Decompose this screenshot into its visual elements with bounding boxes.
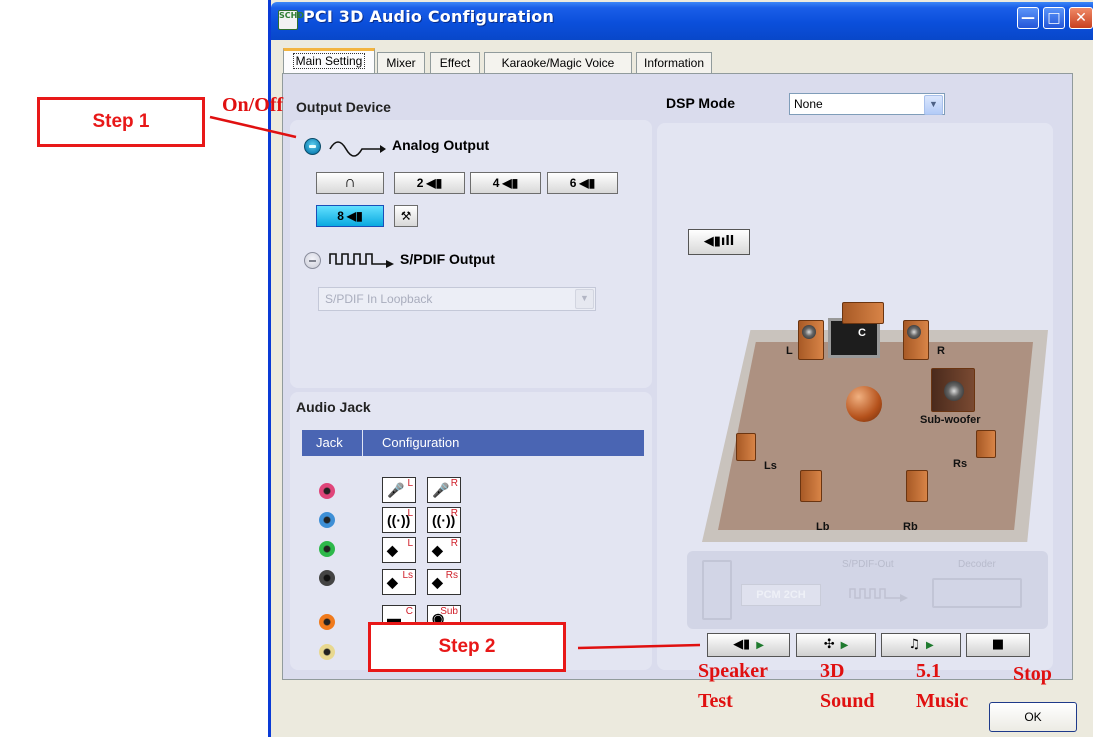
5-1-annotation: 5.1 — [916, 660, 941, 682]
speaker-annotation: Speaker — [698, 660, 768, 682]
music-annotation: Music — [916, 690, 969, 712]
sound-annotation: Sound — [820, 690, 875, 712]
annotation-lines — [209, 115, 701, 650]
test-annotation: Test — [698, 690, 733, 712]
3d-annotation: 3D — [820, 660, 845, 682]
on-off-annotation: On/Off — [222, 94, 284, 116]
stop-annotation: Stop — [1013, 663, 1052, 685]
